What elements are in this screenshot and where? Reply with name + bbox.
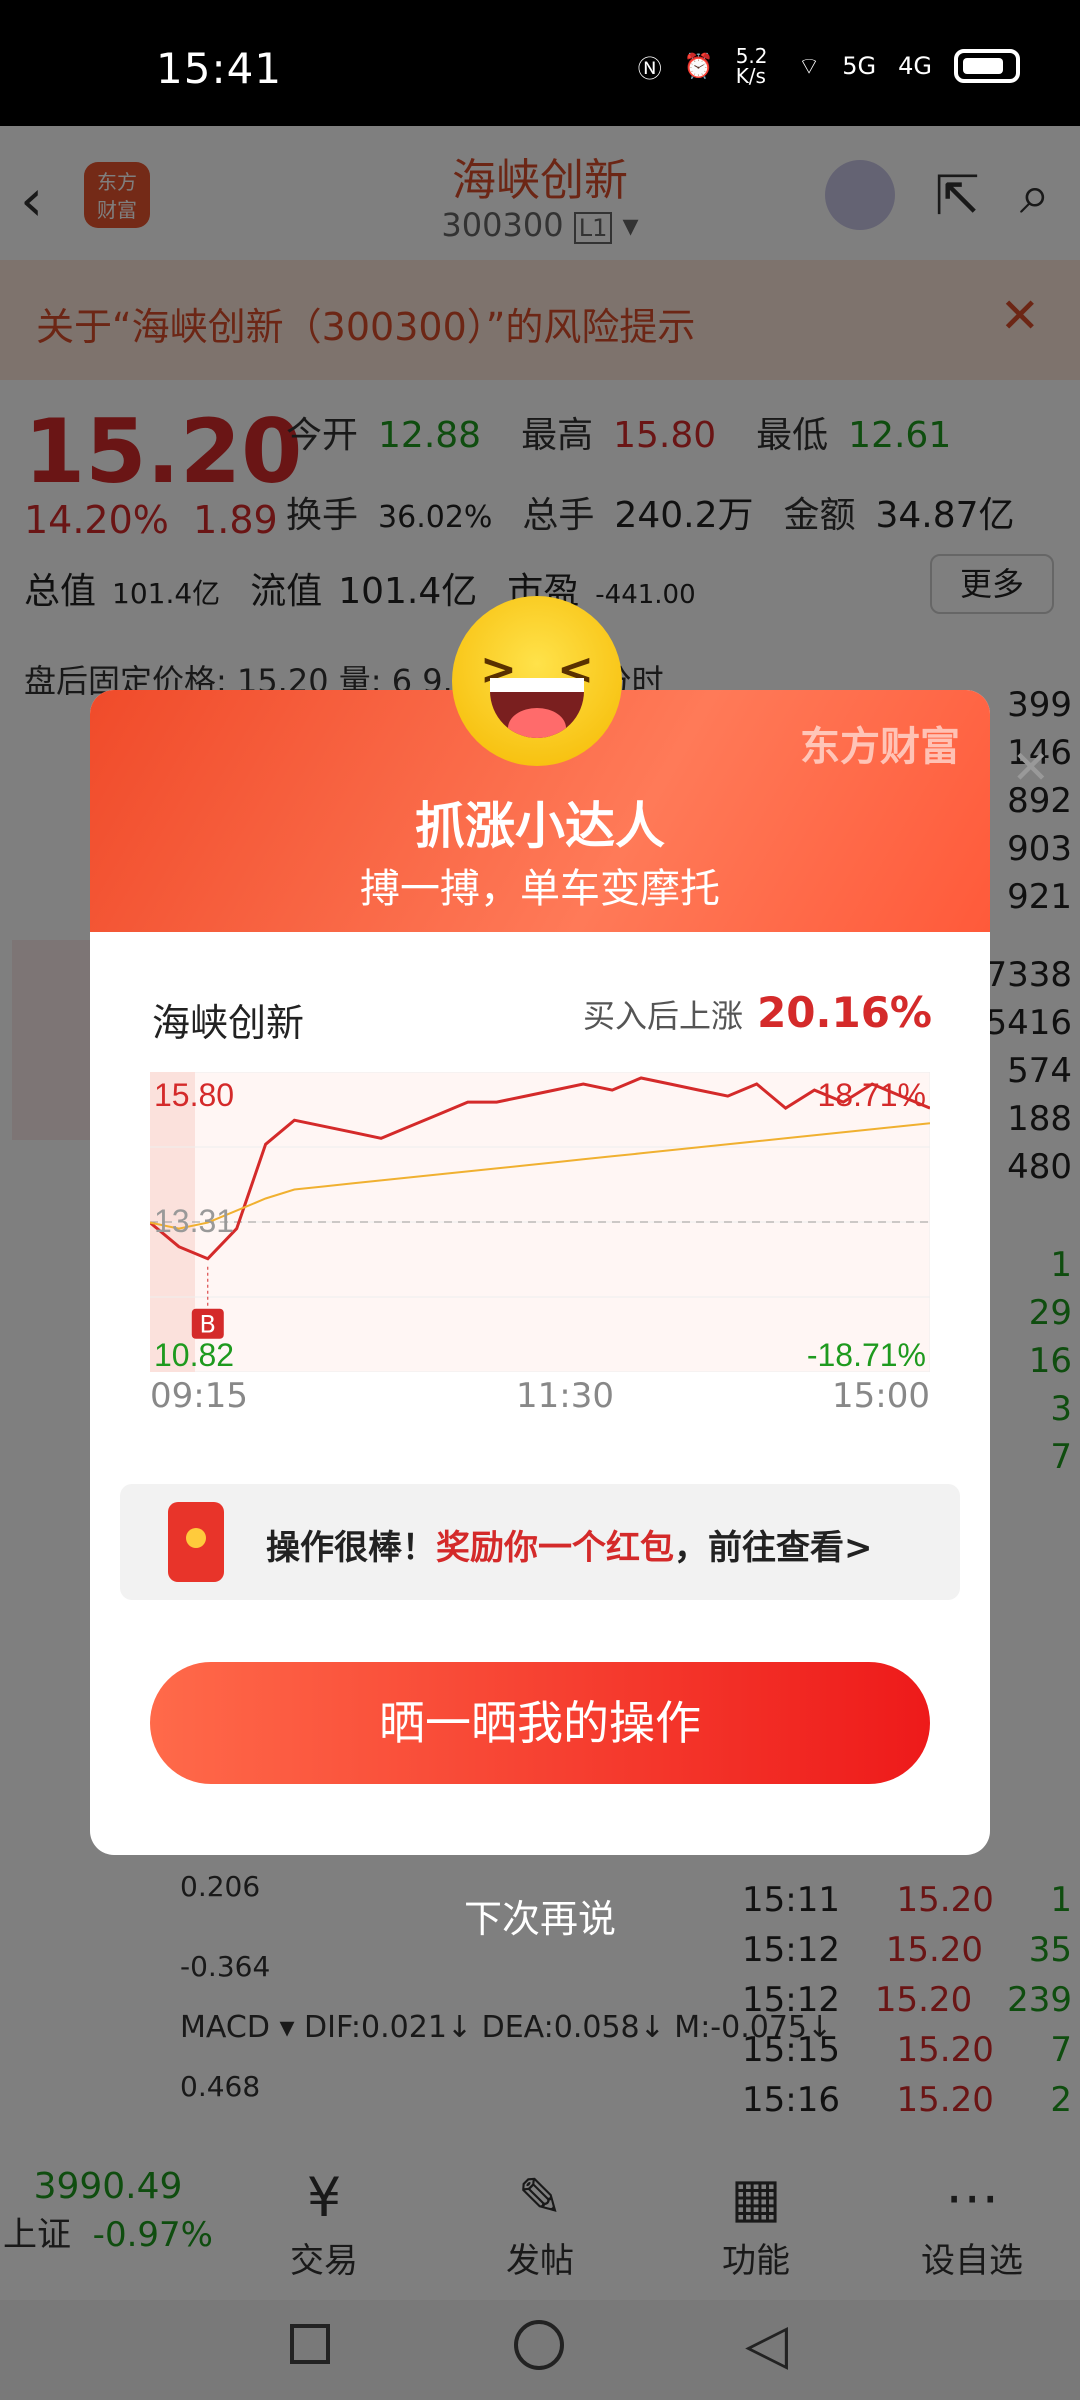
intraday-chart: B 15.80 13.31 10.82 18.71% -18.71% bbox=[150, 1072, 930, 1372]
modal-subtitle: 搏一搏，单车变摩托 bbox=[360, 866, 720, 912]
modal-title: 抓涨小达人 bbox=[415, 797, 665, 855]
achievement-modal: 东方财富 抓涨小达人 搏一搏，单车变摩托 海峡创新 买入后上涨 20.16% B1… bbox=[90, 690, 990, 1855]
laughing-emoji-icon: > < bbox=[452, 596, 622, 766]
brand-watermark: 东方财富 bbox=[800, 724, 960, 770]
x-tick: 11:30 bbox=[516, 1376, 614, 1416]
battery-icon bbox=[954, 49, 1020, 83]
y-top-label: 15.80 bbox=[154, 1077, 234, 1113]
signal-4g: 4G bbox=[898, 52, 932, 80]
status-time: 15:41 bbox=[156, 44, 283, 93]
net-speed: 5.2 K/s bbox=[735, 44, 768, 88]
red-envelope-icon bbox=[168, 1502, 224, 1582]
alarm-icon: ⏰ bbox=[683, 52, 714, 80]
gain-info: 买入后上涨 20.16% bbox=[583, 988, 932, 1037]
share-operation-button[interactable]: 晒一晒我的操作 bbox=[150, 1662, 930, 1784]
pct-bottom-label: -18.71% bbox=[807, 1337, 926, 1372]
modal-stock-name: 海峡创新 bbox=[152, 1001, 305, 1045]
status-icons: Ⓝ ⏰ 5.2 K/s ⌔ 5G 4G bbox=[638, 46, 1020, 86]
later-button[interactable]: 下次再说 bbox=[0, 1888, 1080, 1943]
reward-text: 操作很棒！奖励你一个红包，前往查看> bbox=[266, 1528, 873, 1568]
y-mid-label: 13.31 bbox=[154, 1203, 234, 1239]
pct-top-label: 18.71% bbox=[817, 1077, 926, 1113]
buy-marker-label: B bbox=[200, 1311, 216, 1339]
x-tick: 09:15 bbox=[150, 1376, 248, 1416]
ad-close-icon[interactable]: ✕ bbox=[1011, 740, 1050, 794]
status-bar: 15:41 Ⓝ ⏰ 5.2 K/s ⌔ 5G 4G bbox=[0, 0, 1080, 126]
red-packet-banner[interactable]: 操作很棒！奖励你一个红包，前往查看> bbox=[120, 1484, 960, 1600]
x-tick: 15:00 bbox=[832, 1376, 930, 1416]
signal-5g: 5G bbox=[842, 52, 877, 80]
y-bottom-label: 10.82 bbox=[154, 1337, 234, 1372]
nfc-icon: Ⓝ bbox=[637, 54, 662, 83]
wifi-icon: ⌔ bbox=[797, 52, 821, 80]
